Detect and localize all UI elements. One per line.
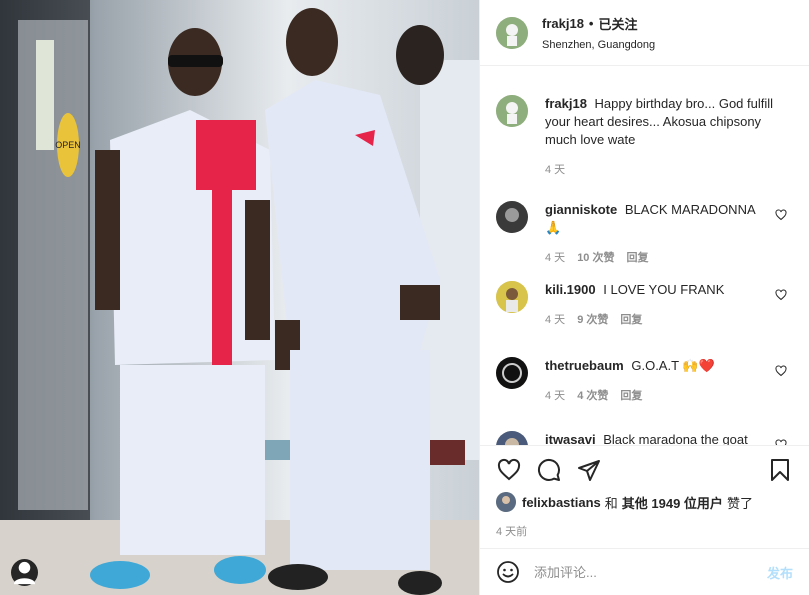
post-comment-button[interactable]: 发布 — [767, 563, 793, 582]
liker-username[interactable]: felixbastians — [522, 495, 601, 510]
user-tag-icon — [13, 561, 36, 585]
comment-time[interactable]: 4 天 — [545, 387, 565, 405]
caption-time[interactable]: 4 天 — [545, 161, 565, 179]
user-tag-button[interactable] — [11, 559, 38, 586]
comment-item: thetruebaum G.O.A.T 🙌❤️ 4 天 4 次赞 回复 — [496, 357, 793, 405]
comment-item: itwasavi Black maradona the goat — [496, 431, 793, 445]
author-username[interactable]: frakj18 — [542, 16, 584, 31]
comment-likes[interactable]: 4 次赞 — [577, 390, 608, 402]
reply-button[interactable]: 回复 — [626, 252, 648, 264]
post-header: frakj18 • 已关注 Shenzhen, Guangdong — [480, 0, 809, 66]
comment-username[interactable]: thetruebaum — [545, 358, 624, 373]
comment-like-heart-icon[interactable] — [775, 365, 787, 377]
liker-avatar[interactable] — [496, 492, 516, 512]
caption-avatar[interactable] — [496, 95, 528, 127]
comment-username[interactable]: itwasavi — [545, 432, 596, 445]
post-time[interactable]: 4 天前 — [496, 523, 793, 539]
separator-dot: • — [588, 16, 594, 31]
location-link[interactable]: Shenzhen, Guangdong — [542, 39, 655, 51]
comment-username[interactable]: gianniskote — [545, 202, 617, 217]
comment-avatar[interactable] — [496, 357, 528, 389]
comments-list[interactable]: frakj18 Happy birthday bro... God fulfil… — [480, 67, 809, 445]
author-avatar[interactable] — [496, 16, 528, 49]
open-sign-text: OPEN — [55, 140, 81, 150]
comment-likes[interactable]: 9 次赞 — [577, 314, 608, 326]
save-button[interactable] — [767, 457, 793, 483]
comment-like-heart-icon[interactable] — [775, 209, 787, 221]
post-photo[interactable]: OPEN — [0, 0, 479, 595]
comment-time[interactable]: 4 天 — [545, 311, 565, 329]
comment-text: G.O.A.T 🙌❤️ — [631, 358, 715, 373]
comment-input[interactable] — [534, 564, 767, 580]
liked-by: felixbastians 和 其他 1949 位用户 赞了 — [496, 492, 793, 512]
comment-item: gianniskote BLACK MARADONNA 🙏 4 天 10 次赞 … — [496, 201, 793, 267]
caption-username[interactable]: frakj18 — [545, 96, 587, 111]
like-button[interactable] — [496, 457, 522, 483]
heart-icon — [497, 458, 521, 481]
emoji-icon[interactable] — [496, 560, 520, 584]
comment-text: I LOVE YOU FRANK — [603, 282, 725, 297]
reply-button[interactable]: 回复 — [620, 314, 642, 326]
share-icon — [578, 460, 600, 481]
liked-by-others[interactable]: 其他 1949 位用户 — [622, 493, 723, 512]
share-button[interactable] — [576, 457, 602, 483]
caption: frakj18 Happy birthday bro... God fulfil… — [496, 95, 793, 179]
comment-text: Black maradona the goat — [603, 432, 748, 445]
liked-by-suffix: 赞了 — [726, 495, 753, 511]
comment-button[interactable] — [536, 457, 562, 483]
comment-likes[interactable]: 10 次赞 — [577, 252, 614, 264]
liked-by-and: 和 — [604, 495, 618, 511]
post-detail-panel: frakj18 • 已关注 Shenzhen, Guangdong frakj1… — [479, 0, 809, 595]
reply-button[interactable]: 回复 — [620, 390, 642, 402]
comment-avatar[interactable] — [496, 281, 528, 313]
comment-avatar[interactable] — [496, 201, 528, 233]
comment-item: kili.1900 I LOVE YOU FRANK 4 天 9 次赞 回复 — [496, 281, 793, 329]
follow-status-button[interactable]: 已关注 — [598, 14, 637, 33]
photo-image: OPEN — [0, 0, 479, 595]
comment-avatar[interactable] — [496, 431, 528, 445]
comment-time[interactable]: 4 天 — [545, 249, 565, 267]
bookmark-icon — [771, 459, 789, 481]
comment-icon — [537, 458, 560, 481]
comment-username[interactable]: kili.1900 — [545, 282, 596, 297]
comment-like-heart-icon[interactable] — [775, 289, 787, 301]
add-comment-bar: 发布 — [480, 548, 809, 595]
post-actions: felixbastians 和 其他 1949 位用户 赞了 4 天前 — [480, 445, 809, 539]
